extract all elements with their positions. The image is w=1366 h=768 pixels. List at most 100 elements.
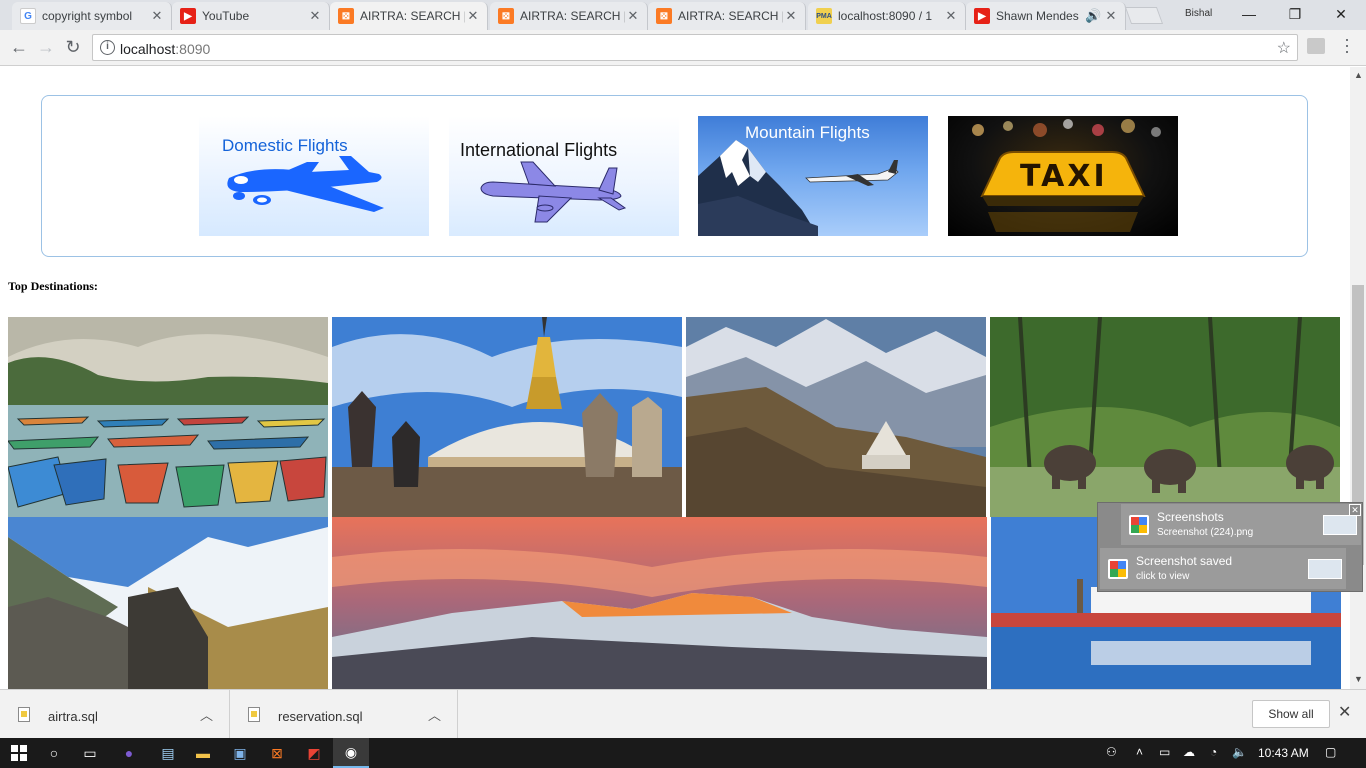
reload-icon[interactable]: ↻ — [62, 37, 84, 59]
top-destinations-heading: Top Destinations: — [8, 279, 98, 293]
network-app-icon[interactable]: ▣ — [229, 742, 251, 764]
close-icon[interactable]: ✕ — [1338, 702, 1351, 722]
himalaya-ruins-image — [8, 517, 328, 689]
cast-icon[interactable] — [1307, 38, 1325, 54]
browser-tab[interactable]: ▶ YouTube ✕ — [172, 2, 330, 30]
windows-taskbar: ○ ▭ ● ▤ ▬ ▣ ⊠ ◩ ◉ ⚇ ˄ ▭ ☁ ◔ 🔈 10:43 AM ▢ — [0, 738, 1366, 768]
taskbar-clock[interactable]: 10:43 AM — [1258, 746, 1309, 760]
paint-icon[interactable]: ◩ — [303, 742, 325, 764]
cortana-icon[interactable]: ○ — [43, 742, 65, 764]
browser-tab[interactable]: G copyright symbol ✕ — [12, 2, 172, 30]
chrome-icon[interactable]: ◉ — [333, 738, 369, 768]
battery-icon[interactable]: ▭ — [1159, 745, 1170, 759]
tab-title: Shawn Mendes — [996, 9, 1079, 23]
notification[interactable]: Screenshots Screenshot (224).png — [1121, 504, 1361, 545]
tab-title: localhost:8090 / 1 — [838, 9, 933, 23]
screenshot-app-icon — [1129, 515, 1149, 535]
notepad-icon[interactable]: ▤ — [157, 742, 179, 764]
file-icon — [248, 707, 260, 722]
download-filename: airtra.sql — [48, 709, 98, 724]
volume-icon[interactable]: 🔈 — [1232, 745, 1247, 759]
destination-image-stupa-temple[interactable] — [332, 317, 682, 517]
close-icon[interactable]: ✕ — [1103, 8, 1119, 24]
xampp-icon: ⊠ — [338, 8, 354, 24]
close-icon[interactable]: ✕ — [625, 8, 641, 24]
close-icon[interactable]: ✕ — [465, 8, 481, 24]
url-port: :8090 — [175, 41, 211, 57]
people-icon[interactable]: ⚇ — [1106, 745, 1117, 759]
wifi-icon[interactable]: ◔ — [1210, 745, 1217, 759]
domestic-flights-card[interactable]: Domestic Flights — [199, 116, 429, 236]
download-filename: reservation.sql — [278, 709, 363, 724]
phpmyadmin-icon: PMA — [816, 8, 832, 24]
notification-subtitle: click to view — [1136, 571, 1190, 582]
bookmark-star-icon[interactable]: ☆ — [1277, 38, 1291, 58]
browser-tab[interactable]: ⊠ AIRTRA: SEARCH | ✕ — [648, 2, 806, 30]
close-icon[interactable]: ✕ — [943, 8, 959, 24]
info-icon[interactable]: i — [100, 40, 115, 55]
download-item[interactable]: airtra.sql ︿ — [0, 690, 230, 738]
browser-tab-active[interactable]: ⊠ AIRTRA: SEARCH | ✕ — [330, 2, 488, 30]
chevron-up-icon[interactable]: ︿ — [428, 705, 441, 724]
lake-boats-image — [8, 317, 328, 517]
browser-tab[interactable]: ⊠ AIRTRA: SEARCH | ✕ — [490, 2, 648, 30]
airplane-icon — [227, 156, 384, 212]
scroll-up-icon[interactable]: ▲ — [1354, 70, 1363, 80]
windows-start-icon[interactable] — [8, 742, 30, 764]
tab-title: copyright symbol — [42, 9, 133, 23]
browser-tab[interactable]: ▶ Shawn Mendes 🔊 ✕ — [966, 2, 1126, 30]
scroll-down-icon[interactable]: ▼ — [1354, 674, 1363, 684]
destination-image-lake-boats[interactable] — [8, 317, 328, 517]
elephant-safari-image — [990, 317, 1340, 517]
xampp-icon[interactable]: ⊠ — [266, 742, 288, 764]
restore-icon[interactable]: ❐ — [1272, 4, 1318, 26]
browser-toolbar: ← → ↻ i localhost:8090 ☆ — [0, 30, 1366, 66]
viber-icon[interactable]: ● — [118, 742, 140, 764]
menu-icon[interactable]: · · · — [1339, 30, 1355, 60]
destination-image-himalaya-ruins[interactable] — [8, 517, 328, 689]
back-icon[interactable]: ← — [8, 37, 30, 59]
url-host: localhost — [120, 41, 176, 57]
show-all-button[interactable]: Show all — [1252, 700, 1330, 728]
everest-stupa-image — [686, 317, 986, 517]
forward-icon[interactable]: → — [35, 37, 57, 59]
audio-icon[interactable]: 🔊 — [1085, 8, 1101, 24]
destination-image-elephant-safari[interactable] — [990, 317, 1340, 517]
close-window-icon[interactable]: ✕ — [1318, 4, 1364, 26]
file-explorer-icon[interactable]: ▬ — [192, 742, 214, 764]
screenshot-thumbnail — [1323, 515, 1357, 535]
destination-image-sunset-peaks[interactable] — [332, 517, 987, 689]
screenshot-thumbnail — [1308, 559, 1342, 579]
profile-name[interactable]: Bishal — [1185, 8, 1212, 19]
tab-title: YouTube — [202, 9, 250, 23]
chevron-up-icon[interactable]: ˄ — [1136, 745, 1143, 759]
google-icon: G — [20, 8, 36, 24]
browser-tab[interactable]: PMA localhost:8090 / 1 ✕ — [808, 2, 966, 30]
notification-title: Screenshots — [1157, 510, 1224, 524]
action-center-icon[interactable]: ▢ — [1325, 745, 1336, 759]
mountain-flights-label: Mountain Flights — [745, 123, 870, 142]
address-bar[interactable]: i localhost:8090 ☆ — [92, 34, 1298, 61]
tab-title: AIRTRA: SEARCH | — [520, 9, 625, 23]
new-tab-button[interactable] — [1124, 7, 1164, 24]
close-icon[interactable]: ✕ — [149, 8, 165, 24]
destination-image-everest-stupa[interactable] — [686, 317, 986, 517]
minimize-icon[interactable]: — — [1226, 4, 1272, 26]
taxi-card[interactable]: TAXI — [948, 116, 1178, 236]
task-view-icon[interactable]: ▭ — [79, 742, 101, 764]
tab-strip: G copyright symbol ✕ ▶ YouTube ✕ ⊠ AIRTR… — [0, 0, 1366, 30]
page-scrollbar[interactable]: ▲ ▼ — [1350, 67, 1366, 689]
notification[interactable]: Screenshot saved click to view — [1100, 548, 1346, 589]
notification-subtitle: Screenshot (224).png — [1157, 527, 1254, 538]
mountain-flights-card[interactable]: Mountain Flights — [698, 116, 928, 236]
international-flights-card[interactable]: International Flights — [449, 116, 679, 236]
xampp-icon: ⊠ — [656, 8, 672, 24]
onedrive-icon[interactable]: ☁ — [1183, 745, 1195, 759]
tab-title: AIRTRA: SEARCH | — [678, 9, 783, 23]
close-icon[interactable]: ✕ — [783, 8, 799, 24]
download-item[interactable]: reservation.sql ︿ — [230, 690, 458, 738]
close-icon[interactable]: ✕ — [1349, 504, 1361, 516]
chevron-up-icon[interactable]: ︿ — [200, 705, 213, 724]
notification-title: Screenshot saved — [1136, 554, 1233, 568]
close-icon[interactable]: ✕ — [307, 8, 323, 24]
